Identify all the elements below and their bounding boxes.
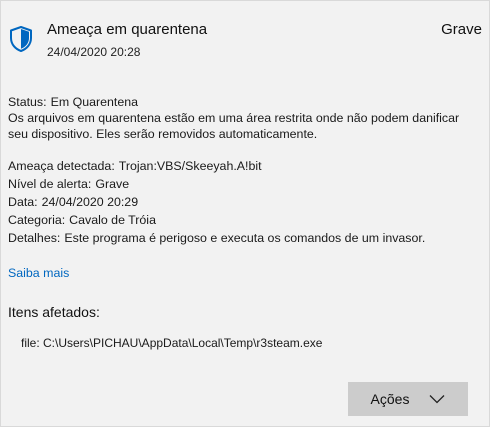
detail-label: Categoria: [8, 213, 66, 227]
actions-label: Ações [370, 391, 410, 407]
detail-row-alert-level: Nível de alerta: Grave [8, 175, 482, 193]
detail-label: Nível de alerta: [8, 177, 92, 191]
detail-row-details: Detalhes: Este programa é perigoso e exec… [8, 229, 482, 247]
detail-value: Trojan:VBS/Skeeyah.A!bit [118, 159, 262, 173]
detail-value: Cavalo de Tróia [69, 213, 156, 227]
shield-icon [10, 26, 32, 52]
status-label: Status: [8, 95, 47, 109]
detail-label: Ameaça detectada: [8, 159, 115, 173]
detail-row-date: Data: 24/04/2020 20:29 [8, 193, 482, 211]
status-section: Status: Em Quarentena Os arquivos em quar… [8, 94, 482, 142]
detail-value: Este programa é perigoso e executa os co… [64, 231, 426, 245]
threat-details-panel: Ameaça em quarentena 24/04/2020 20:28 Gr… [0, 0, 490, 427]
detail-value: 24/04/2020 20:29 [41, 195, 139, 209]
status-row: Status: Em Quarentena [8, 94, 482, 110]
chevron-down-icon [429, 395, 445, 404]
severity-label: Grave [441, 21, 482, 38]
detail-label: Detalhes: [8, 231, 61, 245]
learn-more-link[interactable]: Saiba mais [8, 266, 69, 280]
affected-items-heading: Itens afetados: [8, 304, 100, 320]
details-section: Ameaça detectada: Trojan:VBS/Skeeyah.A!bi… [8, 157, 482, 247]
threat-timestamp: 24/04/2020 20:28 [47, 45, 141, 59]
actions-button[interactable]: Ações [348, 382, 468, 416]
affected-file-path: file: C:\Users\PICHAU\AppData\Local\Temp… [21, 336, 323, 350]
detail-label: Data: [8, 195, 38, 209]
threat-title: Ameaça em quarentena [47, 21, 208, 38]
detail-row-category: Categoria: Cavalo de Tróia [8, 211, 482, 229]
status-value: Em Quarentena [50, 95, 139, 109]
detail-row-threat: Ameaça detectada: Trojan:VBS/Skeeyah.A!bi… [8, 157, 482, 175]
detail-value: Grave [95, 177, 130, 191]
status-description: Os arquivos em quarentena estão em uma á… [8, 111, 460, 141]
